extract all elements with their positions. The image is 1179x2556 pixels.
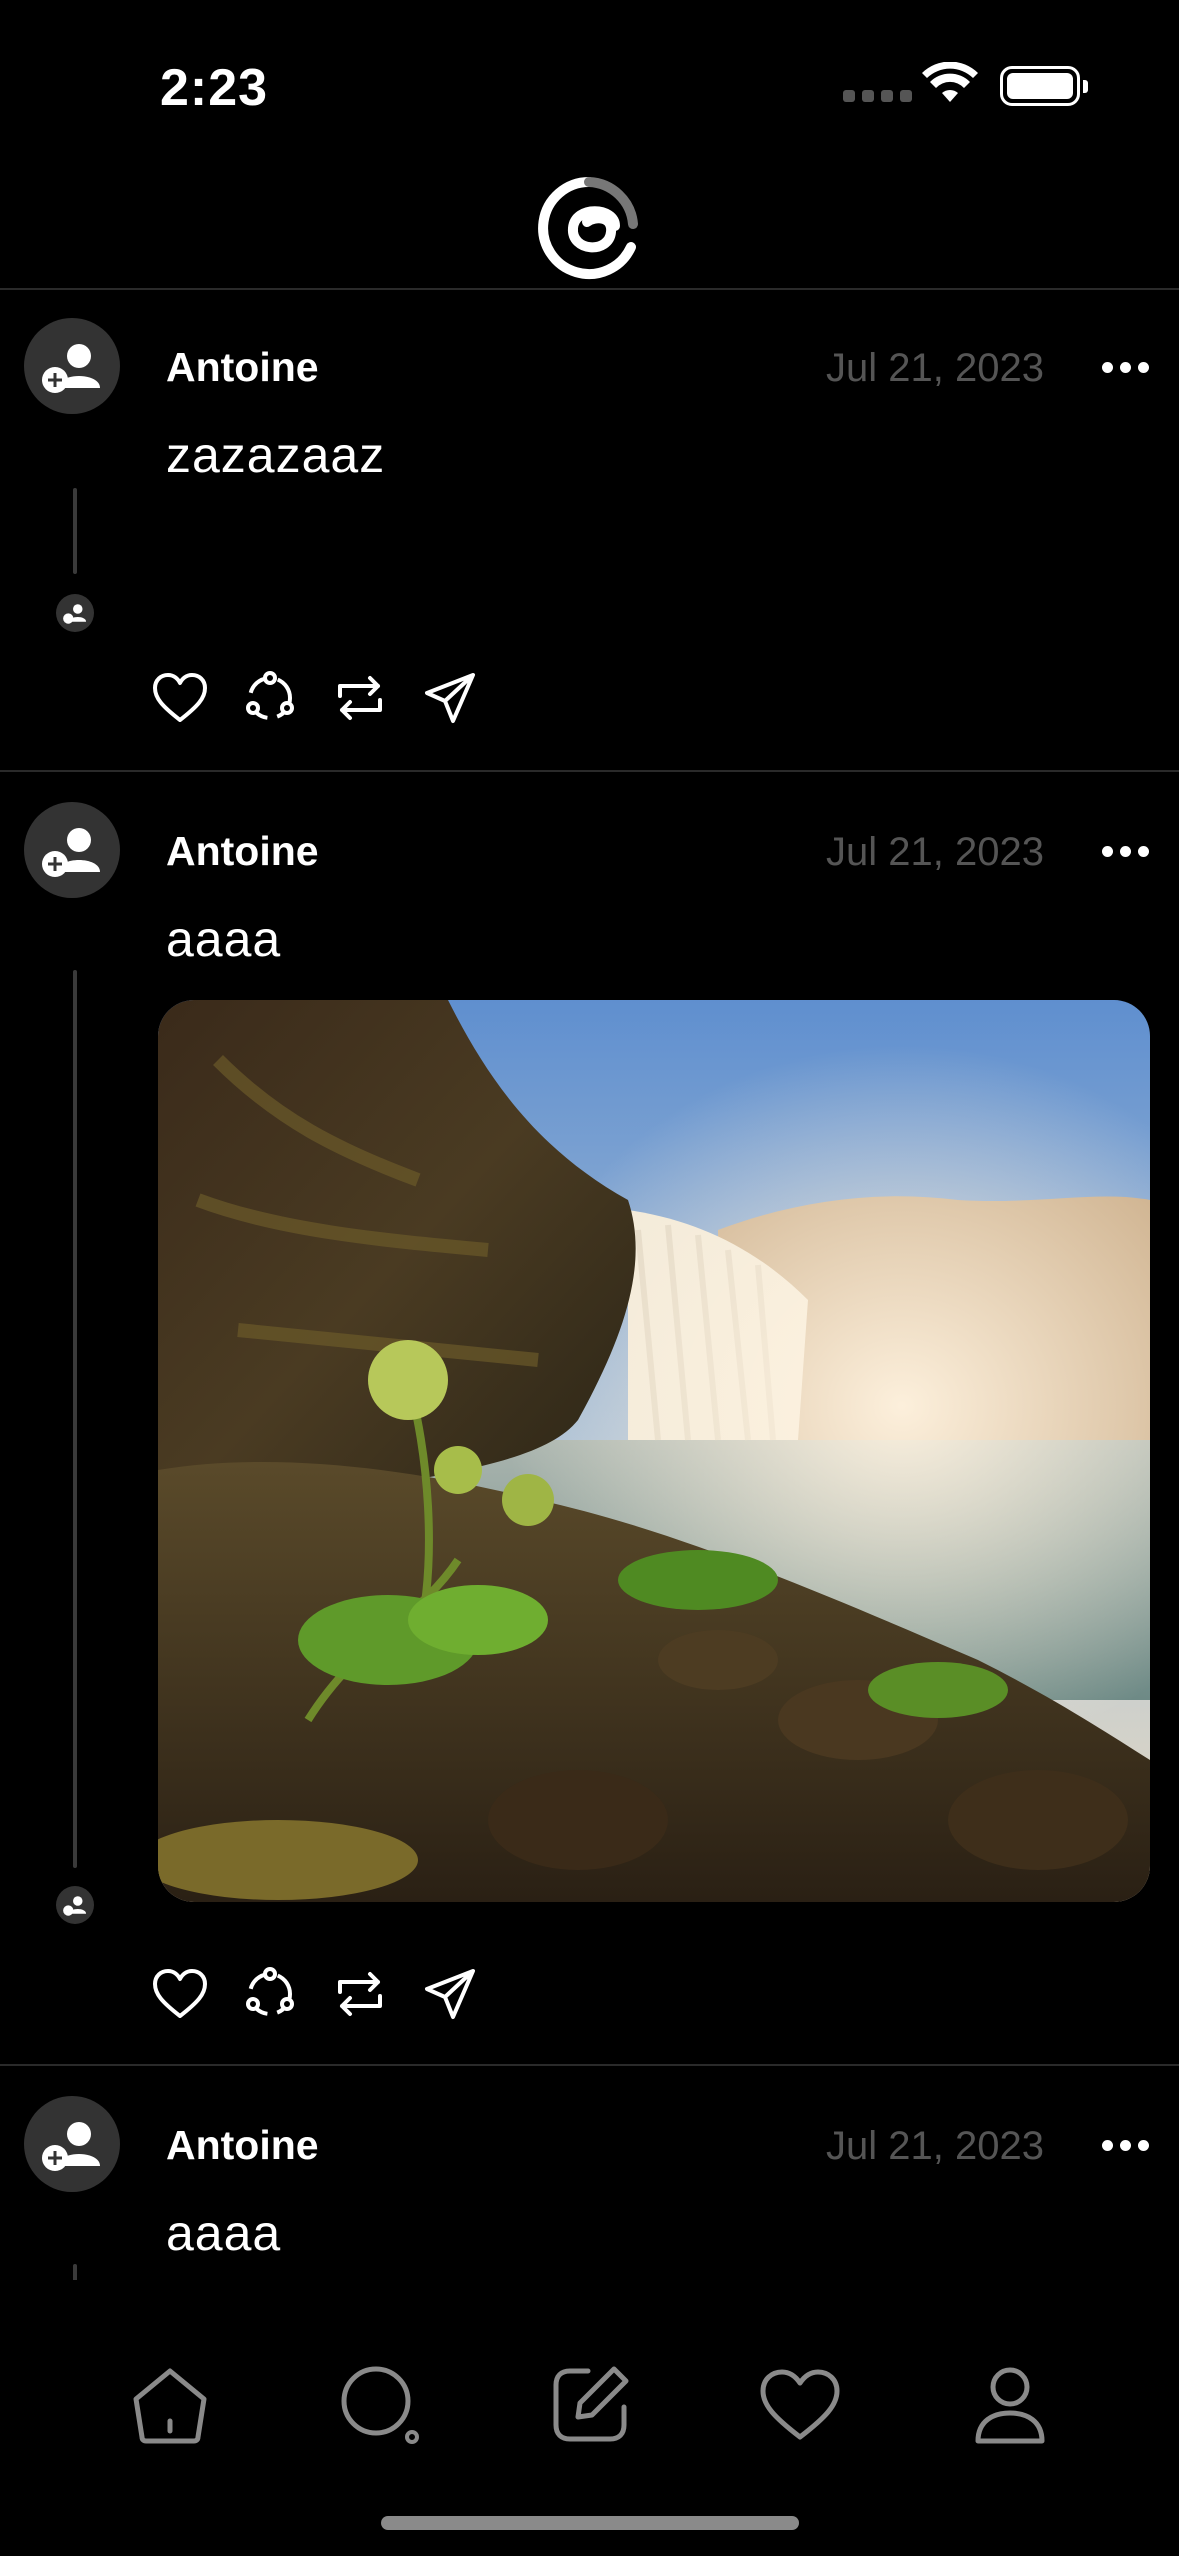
battery-icon [1000,66,1088,106]
post[interactable]: Antoine Jul 21, 2023 aaaa [0,772,1179,2066]
avatar[interactable] [24,2096,120,2192]
more-options-icon[interactable] [1102,362,1149,373]
post-date: Jul 21, 2023 [826,2124,1044,2168]
repost-icon[interactable] [330,1964,390,2024]
heart-icon[interactable] [150,668,210,728]
avatar[interactable] [24,318,120,414]
post-date: Jul 21, 2023 [826,830,1044,874]
compose-icon[interactable] [540,2355,640,2455]
more-options-icon[interactable] [1102,846,1149,857]
post-actions [150,668,480,728]
reply-avatar [56,594,94,632]
more-options-icon[interactable] [1102,2140,1149,2151]
status-time: 2:23 [160,59,269,117]
post-author[interactable]: Antoine [166,344,319,391]
wifi-icon [922,61,978,111]
post-actions [150,1964,480,2024]
post-image[interactable] [158,1000,1150,1902]
thread-line [73,488,77,574]
post[interactable]: Antoine Jul 21, 2023 zazazaaz [0,292,1179,772]
post[interactable]: Antoine Jul 21, 2023 aaaa [0,2066,1179,2284]
activity-icon[interactable] [750,2355,850,2455]
app-header [0,150,1179,290]
search-icon[interactable] [330,2355,430,2455]
post-text: aaaa [166,911,282,967]
thread-line [73,970,77,1868]
post-text: zazazaaz [166,427,386,483]
profile-icon[interactable] [960,2355,1060,2455]
repost-icon[interactable] [330,668,390,728]
post-date: Jul 21, 2023 [826,346,1044,390]
reply-icon[interactable] [240,1964,300,2024]
tab-bar [0,2280,1179,2556]
threads-logo-icon[interactable] [535,172,643,297]
post-author[interactable]: Antoine [166,828,319,875]
share-icon[interactable] [420,668,480,728]
reply-avatar [56,1886,94,1924]
cellular-signal-icon [843,90,912,102]
post-text: aaaa [166,2205,282,2261]
home-icon[interactable] [120,2355,220,2455]
post-author[interactable]: Antoine [166,2122,319,2169]
heart-icon[interactable] [150,1964,210,2024]
status-bar: 2:23 [0,0,1179,150]
share-icon[interactable] [420,1964,480,2024]
home-indicator[interactable] [381,2516,799,2530]
avatar[interactable] [24,802,120,898]
reply-icon[interactable] [240,668,300,728]
